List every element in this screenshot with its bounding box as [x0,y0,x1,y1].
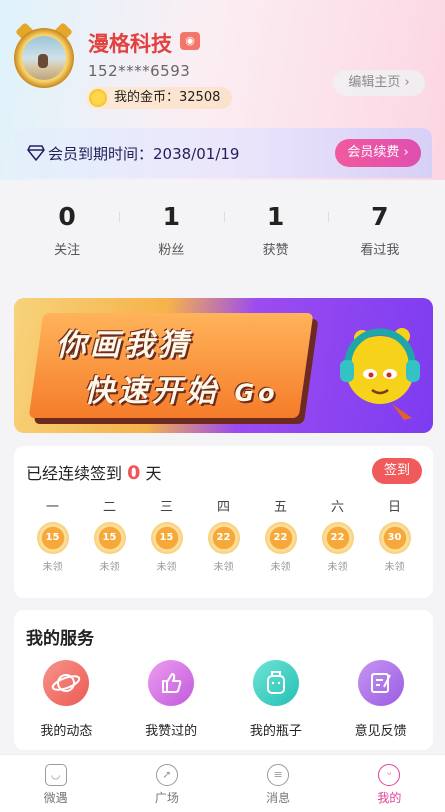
tab-mine[interactable]: ᵕ 我的 [334,755,445,812]
stats-row: 0 关注 1 粉丝 1 获赞 7 看过我 [15,178,432,278]
services-card: 我的服务 我的动态 我赞过的 我的瓶子 意见反馈 [14,610,433,750]
user-name: 漫格科技 [88,32,172,56]
game-banner[interactable]: 你画我猜 快速开始 Go [14,298,433,433]
service-feedback[interactable]: 意见反馈 [328,660,433,739]
service-label: 我赞过的 [145,724,198,739]
day-status: 未领 [42,562,63,573]
services-title: 我的服务 [26,629,94,649]
stat-label: 关注 [54,243,81,258]
banner-title: 你画我猜 [56,328,192,363]
day-name: 六 [330,500,344,515]
stat-visitors[interactable]: 7 看过我 [327,178,432,278]
home-icon: ◡ [44,764,67,786]
day-status: 未领 [270,562,291,573]
tab-label: 广场 [154,791,179,805]
vip-renew-button[interactable]: 会员续费 › [335,139,421,167]
bottle-icon [252,660,299,706]
coin-balance-label: 我的金币：32508 [114,90,221,105]
thumbs-up-icon [148,660,195,706]
signin-button[interactable]: 签到 [372,458,422,484]
day-name: 二 [102,500,116,515]
day-name: 三 [159,500,173,515]
day-coin-icon: 15 [93,522,126,554]
user-phone: 152****6593 [88,62,191,80]
avatar[interactable] [14,22,74,88]
message-icon: ≡ [267,764,290,786]
camera-icon[interactable]: ◉ [180,32,200,50]
banner-go: Go [234,379,279,407]
day-name: 四 [216,500,230,515]
day-status: 未领 [384,562,405,573]
stat-value: 1 [162,202,181,231]
signin-day[interactable]: 日 30 未领 [366,496,423,573]
signin-card: 已经连续签到 0 天 签到 一 15 未领 二 15 未领 三 15 未领 四 … [14,446,433,598]
day-coin-icon: 15 [36,522,69,554]
profile-icon: ᵕ [378,764,401,786]
banner-subtitle-text: 快速开始 [84,374,220,409]
tab-label: 微遇 [43,791,68,805]
day-coin-icon: 30 [378,522,411,554]
planet-icon [43,660,90,706]
banner-subtitle: 快速开始 Go [84,366,279,410]
day-status: 未领 [213,562,234,573]
signin-day[interactable]: 六 22 未领 [309,496,366,573]
signin-day[interactable]: 二 15 未领 [81,496,138,573]
day-name: 五 [273,500,287,515]
tab-label: 消息 [266,791,291,805]
signin-day[interactable]: 五 22 未领 [252,496,309,573]
signin-days: 0 [127,462,141,484]
stat-followers[interactable]: 1 粉丝 [119,178,223,278]
stat-label: 粉丝 [158,243,185,258]
bottom-tabbar: ◡ 微遇 ➚ 广场 ≡ 消息 ᵕ 我的 [0,754,445,812]
stat-value: 7 [371,202,389,231]
day-status: 未领 [99,562,120,573]
services-grid: 我的动态 我赞过的 我的瓶子 意见反馈 [14,660,433,739]
signin-title-suffix: 天 [145,464,162,483]
day-coin-icon: 22 [264,522,297,554]
service-label: 我的动态 [40,724,93,739]
stat-value: 0 [58,202,76,231]
stat-following[interactable]: 0 关注 [15,178,119,278]
signin-day[interactable]: 四 22 未领 [195,496,252,573]
mascot-icon [340,328,420,420]
coin-icon [89,89,107,107]
stat-likes[interactable]: 1 获赞 [223,178,328,278]
diamond-icon [27,145,45,161]
stat-label: 看过我 [360,243,400,258]
day-name: 一 [45,500,59,515]
avatar-image [22,36,66,80]
tab-weiyu[interactable]: ◡ 微遇 [0,755,111,812]
day-coin-icon: 22 [321,522,354,554]
edit-profile-button[interactable]: 编辑主页 › [333,70,425,96]
stat-label: 获赞 [262,243,289,258]
day-coin-icon: 22 [207,522,240,554]
service-liked[interactable]: 我赞过的 [119,660,224,739]
coin-balance[interactable]: 我的金币：32508 [86,87,233,109]
vip-bar: 会员到期时间：2038/01/19 会员续费 › [15,128,432,178]
signin-title: 已经连续签到 0 天 [26,460,161,484]
day-coin-icon: 15 [150,522,183,554]
service-label: 意见反馈 [354,724,407,739]
day-status: 未领 [327,562,348,573]
tab-square[interactable]: ➚ 广场 [111,755,222,812]
tab-label: 我的 [377,791,402,805]
tab-messages[interactable]: ≡ 消息 [223,755,334,812]
service-my-posts[interactable]: 我的动态 [14,660,119,739]
compass-icon: ➚ [155,764,178,786]
signin-week: 一 15 未领 二 15 未领 三 15 未领 四 22 未领 五 22 未领 … [24,496,423,573]
day-name: 日 [387,500,401,515]
vip-expire-text: 会员到期时间：2038/01/19 [48,145,240,163]
stat-value: 1 [266,202,285,231]
signin-day[interactable]: 三 15 未领 [138,496,195,573]
signin-day[interactable]: 一 15 未领 [24,496,81,573]
service-label: 我的瓶子 [249,724,302,739]
signin-title-prefix: 已经连续签到 [26,464,123,483]
feedback-icon [357,660,404,706]
service-bottles[interactable]: 我的瓶子 [224,660,329,739]
day-status: 未领 [156,562,177,573]
